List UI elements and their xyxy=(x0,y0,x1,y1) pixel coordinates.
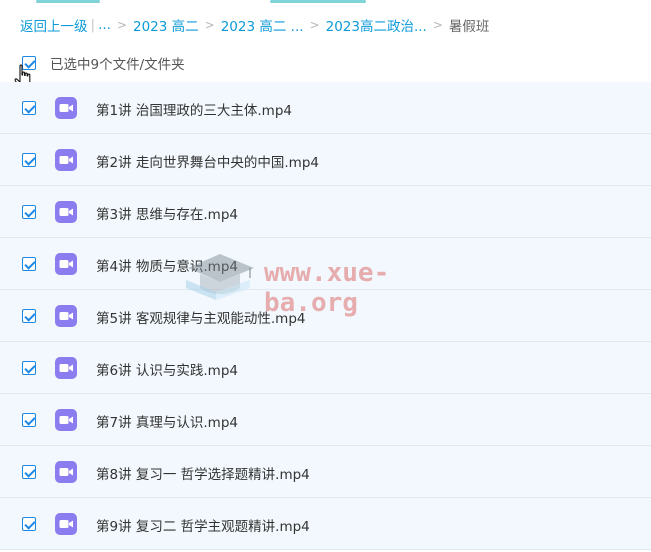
file-checkbox[interactable] xyxy=(22,413,36,427)
file-row[interactable]: 第6讲 认识与实践.mp4 xyxy=(0,342,651,394)
video-file-icon xyxy=(55,201,77,223)
video-file-icon xyxy=(55,97,77,119)
breadcrumb-item-3[interactable]: 2023高二政治... xyxy=(326,15,427,35)
video-file-icon xyxy=(55,305,77,327)
chevron-right-icon: > xyxy=(432,18,443,32)
breadcrumb-current: 暑假班 xyxy=(448,19,490,35)
file-name[interactable]: 第3讲 思维与存在.mp4 xyxy=(96,203,238,223)
file-row[interactable]: 第8讲 复习一 哲学选择题精讲.mp4 xyxy=(0,446,651,498)
select-all-row: 已选中9个文件/文件夹 xyxy=(22,52,185,74)
breadcrumb: 返回上一级 | ... > 2023 高二 > 2023 高二 ... > 20… xyxy=(20,14,489,36)
file-row[interactable]: 第4讲 物质与意识.mp4 xyxy=(0,238,651,290)
tab-indicator-segment xyxy=(36,0,100,3)
file-name[interactable]: 第1讲 治国理政的三大主体.mp4 xyxy=(96,99,292,119)
video-file-icon xyxy=(55,253,77,275)
tab-indicator-segment xyxy=(270,0,366,3)
file-name[interactable]: 第7讲 真理与认识.mp4 xyxy=(96,411,238,431)
video-file-icon xyxy=(55,513,77,535)
selection-count-label: 已选中9个文件/文件夹 xyxy=(50,57,185,73)
breadcrumb-item-1[interactable]: 2023 高二 xyxy=(133,15,199,35)
video-file-icon xyxy=(55,409,77,431)
file-checkbox[interactable] xyxy=(22,309,36,323)
video-file-icon xyxy=(55,461,77,483)
file-checkbox[interactable] xyxy=(22,465,36,479)
file-checkbox[interactable] xyxy=(22,361,36,375)
file-list: 第1讲 治国理政的三大主体.mp4 第2讲 走向世界舞台中央的中国.mp4 第3… xyxy=(0,82,651,550)
file-name[interactable]: 第8讲 复习一 哲学选择题精讲.mp4 xyxy=(96,463,310,483)
chevron-right-icon: > xyxy=(309,18,320,32)
file-checkbox[interactable] xyxy=(22,517,36,531)
chevron-right-icon: > xyxy=(204,18,215,32)
breadcrumb-ellipsis[interactable]: ... xyxy=(98,17,111,33)
file-row[interactable]: 第9讲 复习二 哲学主观题精讲.mp4 xyxy=(0,498,651,550)
file-row[interactable]: 第3讲 思维与存在.mp4 xyxy=(0,186,651,238)
file-checkbox[interactable] xyxy=(22,153,36,167)
breadcrumb-item-2[interactable]: 2023 高二 ... xyxy=(221,15,304,35)
chevron-right-icon: > xyxy=(116,18,127,32)
video-file-icon xyxy=(55,149,77,171)
file-row[interactable]: 第5讲 客观规律与主观能动性.mp4 xyxy=(0,290,651,342)
top-tab-indicator xyxy=(0,0,651,4)
file-name[interactable]: 第5讲 客观规律与主观能动性.mp4 xyxy=(96,307,305,327)
file-checkbox[interactable] xyxy=(22,101,36,115)
breadcrumb-back-link[interactable]: 返回上一级 xyxy=(20,15,88,35)
file-checkbox[interactable] xyxy=(22,257,36,271)
file-row[interactable]: 第1讲 治国理政的三大主体.mp4 xyxy=(0,82,651,134)
file-name[interactable]: 第9讲 复习二 哲学主观题精讲.mp4 xyxy=(96,515,310,535)
breadcrumb-pipe: | xyxy=(90,17,96,33)
video-file-icon xyxy=(55,357,77,379)
file-name[interactable]: 第6讲 认识与实践.mp4 xyxy=(96,359,238,379)
file-row[interactable]: 第7讲 真理与认识.mp4 xyxy=(0,394,651,446)
file-name[interactable]: 第4讲 物质与意识.mp4 xyxy=(96,255,238,275)
file-checkbox[interactable] xyxy=(22,205,36,219)
file-name[interactable]: 第2讲 走向世界舞台中央的中国.mp4 xyxy=(96,151,319,171)
file-row[interactable]: 第2讲 走向世界舞台中央的中国.mp4 xyxy=(0,134,651,186)
